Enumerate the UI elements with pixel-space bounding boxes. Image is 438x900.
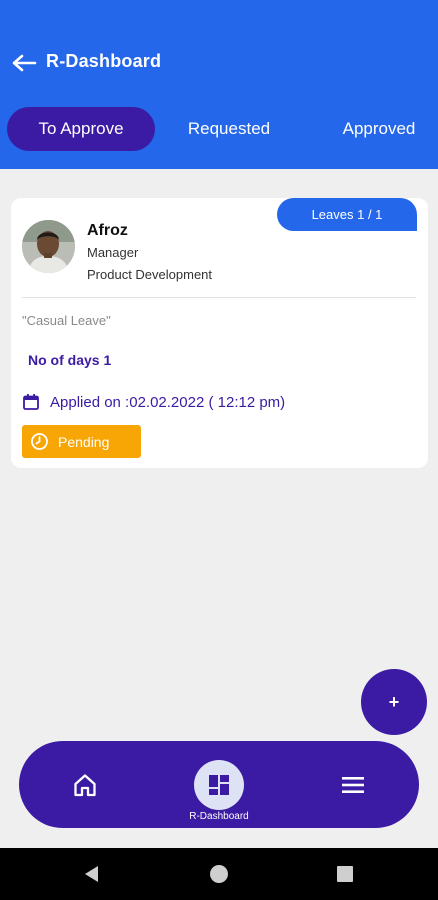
system-nav-bar <box>0 848 438 900</box>
home-icon <box>74 774 96 797</box>
employee-role: Manager <box>87 245 139 260</box>
status-label: Pending <box>58 433 110 450</box>
tab-to-approve[interactable]: To Approve <box>7 107 155 151</box>
applied-on: Applied on :02.02.2022 ( 12:12 pm) <box>22 393 285 411</box>
calendar-icon <box>23 394 39 410</box>
employee-name: Afroz <box>87 222 128 239</box>
tab-approved[interactable]: Approved <box>326 107 432 151</box>
arrow-left-icon <box>12 54 37 72</box>
nav-dashboard[interactable] <box>194 760 244 810</box>
nav-dashboard-label: R-Dashboard <box>189 811 249 822</box>
dashboard-icon <box>209 775 229 795</box>
employee-department: Product Development <box>87 267 213 282</box>
profile-photo <box>22 220 75 273</box>
nav-home[interactable] <box>69 769 101 801</box>
page-title: R-Dashboard <box>46 51 162 71</box>
add-button[interactable]: + <box>361 669 427 735</box>
tab-requested[interactable]: Requested <box>170 107 288 151</box>
recents-square-icon[interactable] <box>337 866 353 882</box>
app-header: R-Dashboard To Approve Requested Approve… <box>0 0 438 169</box>
avatar <box>22 220 75 273</box>
menu-icon <box>342 777 364 793</box>
leave-request-card[interactable]: Leaves 1 / 1 Afroz Manager Product Devel… <box>11 198 428 468</box>
status-badge[interactable]: Pending <box>22 425 141 458</box>
leave-days: No of days 1 <box>28 352 112 368</box>
leave-type: "Casual Leave" <box>22 313 111 328</box>
home-circle-icon[interactable] <box>210 865 228 883</box>
bottom-nav: R-Dashboard <box>19 741 419 828</box>
nav-menu[interactable] <box>337 769 369 801</box>
applied-on-text: Applied on :02.02.2022 ( 12:12 pm) <box>50 393 286 411</box>
divider <box>22 297 416 298</box>
leaves-count-badge: Leaves 1 / 1 <box>277 198 417 231</box>
clock-icon <box>31 433 48 450</box>
back-button[interactable] <box>10 50 38 76</box>
back-triangle-icon[interactable] <box>82 864 102 884</box>
tab-bar: To Approve Requested Approved <box>0 107 438 153</box>
